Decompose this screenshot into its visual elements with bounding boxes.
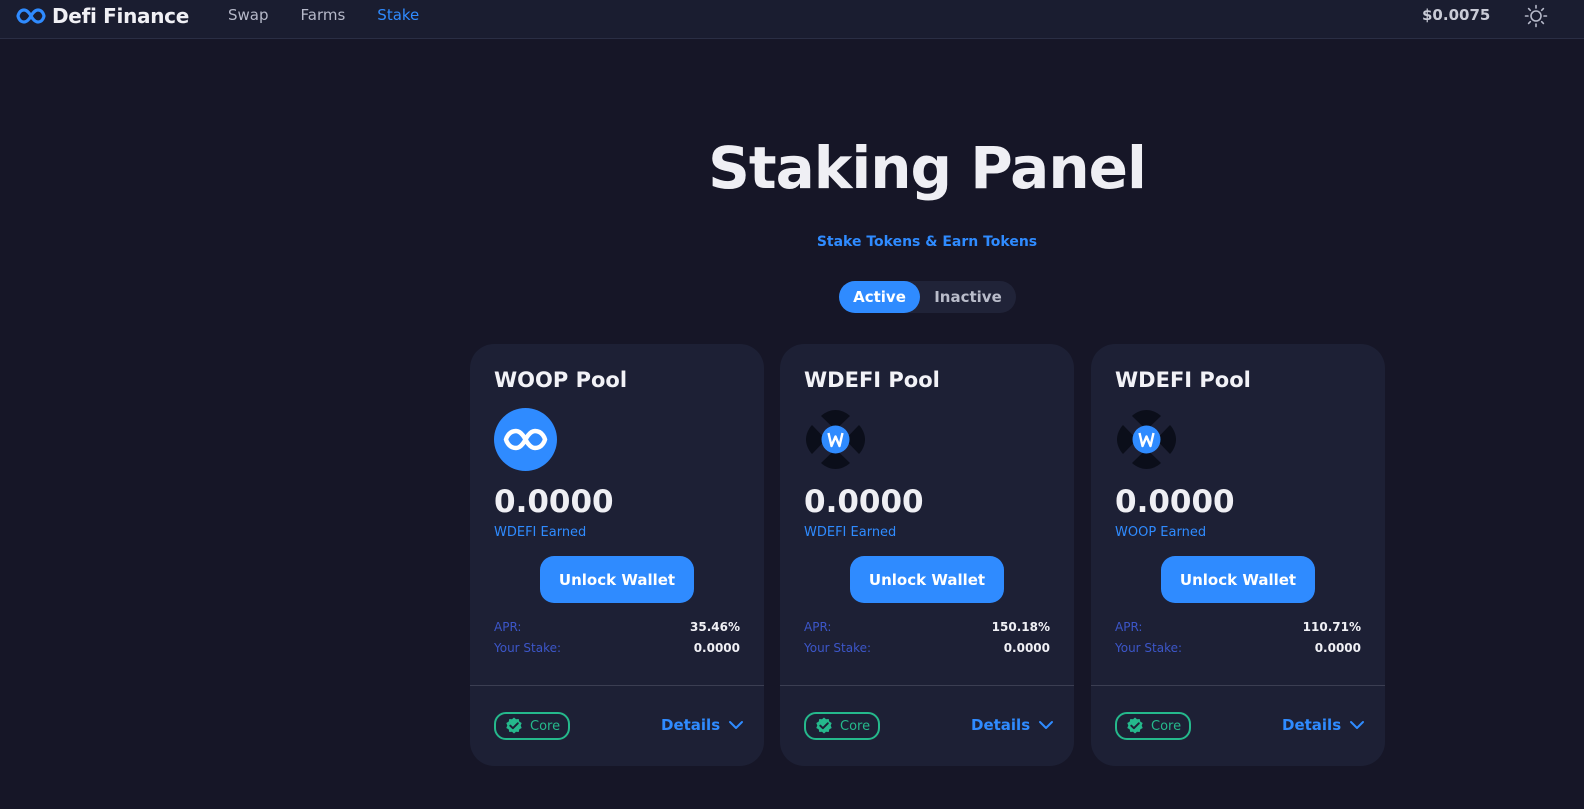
- brand-name: Defi Finance: [52, 4, 189, 28]
- infinity-logo-icon: [16, 8, 46, 24]
- earned-label: WDEFI Earned: [494, 525, 587, 540]
- unlock-wallet-button[interactable]: Unlock Wallet: [1161, 556, 1315, 603]
- token-price: $0.0075: [1422, 6, 1491, 24]
- chevron-down-icon: [1350, 721, 1365, 729]
- core-badge: Core: [494, 712, 570, 740]
- active-inactive-toggle: Active Inactive: [839, 281, 1016, 313]
- chevron-down-icon: [729, 721, 744, 729]
- pool-card-wdefi-woop: WDEFI Pool 0.0000 WOOP Earned Unlock Wal…: [1091, 344, 1385, 766]
- details-label: Details: [971, 716, 1031, 734]
- main-nav: Swap Farms Stake: [228, 6, 451, 24]
- earned-label: WDEFI Earned: [804, 525, 897, 540]
- stake-value: 0.0000: [1003, 641, 1050, 655]
- core-badge: Core: [1115, 712, 1191, 740]
- apr-value: 110.71%: [1302, 620, 1361, 634]
- sun-icon[interactable]: [1524, 4, 1548, 28]
- apr-value: 150.18%: [991, 620, 1050, 634]
- details-label: Details: [1282, 716, 1342, 734]
- stake-value: 0.0000: [1314, 641, 1361, 655]
- earned-label: WOOP Earned: [1115, 525, 1207, 540]
- nav-farms[interactable]: Farms: [301, 6, 346, 24]
- pool-card-wdefi: WDEFI Pool 0.0000 WDEFI Earned Unlock Wa…: [780, 344, 1074, 766]
- earned-value: 0.0000: [804, 484, 924, 520]
- details-label: Details: [661, 716, 721, 734]
- nav-stake[interactable]: Stake: [377, 6, 419, 24]
- details-toggle[interactable]: Details: [1282, 716, 1365, 734]
- details-toggle[interactable]: Details: [661, 716, 744, 734]
- wdefi-token-icon: [1117, 410, 1176, 469]
- top-nav-bar: Defi Finance Swap Farms Stake $0.0075: [0, 0, 1584, 39]
- verified-check-icon: [816, 717, 832, 734]
- stake-label: Your Stake:: [1115, 641, 1183, 655]
- details-toggle[interactable]: Details: [971, 716, 1054, 734]
- apr-label: APR:: [1115, 620, 1143, 634]
- nav-swap[interactable]: Swap: [228, 6, 269, 24]
- core-badge: Core: [804, 712, 880, 740]
- pool-title: WDEFI Pool: [1115, 368, 1251, 392]
- apr-label: APR:: [804, 620, 832, 634]
- chevron-down-icon: [1039, 721, 1054, 729]
- apr-value: 35.46%: [690, 620, 740, 634]
- pool-card-woop: WOOP Pool 0.0000 WDEFI Earned Unlock Wal…: [470, 344, 764, 766]
- stake-label: Your Stake:: [804, 641, 872, 655]
- verified-check-icon: [506, 717, 522, 734]
- toggle-inactive[interactable]: Inactive: [920, 281, 1016, 313]
- pool-title: WDEFI Pool: [804, 368, 940, 392]
- stake-value: 0.0000: [693, 641, 740, 655]
- apr-label: APR:: [494, 620, 522, 634]
- core-label: Core: [530, 718, 561, 734]
- card-divider: [470, 685, 764, 686]
- brand-logo[interactable]: Defi Finance: [16, 2, 189, 30]
- verified-check-icon: [1127, 717, 1143, 734]
- stake-label: Your Stake:: [494, 641, 562, 655]
- wdefi-token-icon: [806, 410, 865, 469]
- page-subtitle: Stake Tokens & Earn Tokens: [816, 234, 1038, 250]
- woop-token-icon: [494, 408, 557, 471]
- earned-value: 0.0000: [494, 484, 614, 520]
- page-title: Staking Panel: [708, 134, 1147, 202]
- card-divider: [780, 685, 1074, 686]
- card-divider: [1091, 685, 1385, 686]
- unlock-wallet-button[interactable]: Unlock Wallet: [850, 556, 1004, 603]
- pool-title: WOOP Pool: [494, 368, 628, 392]
- core-label: Core: [840, 718, 871, 734]
- earned-value: 0.0000: [1115, 484, 1235, 520]
- core-label: Core: [1151, 718, 1182, 734]
- unlock-wallet-button[interactable]: Unlock Wallet: [540, 556, 694, 603]
- toggle-active[interactable]: Active: [839, 281, 920, 313]
